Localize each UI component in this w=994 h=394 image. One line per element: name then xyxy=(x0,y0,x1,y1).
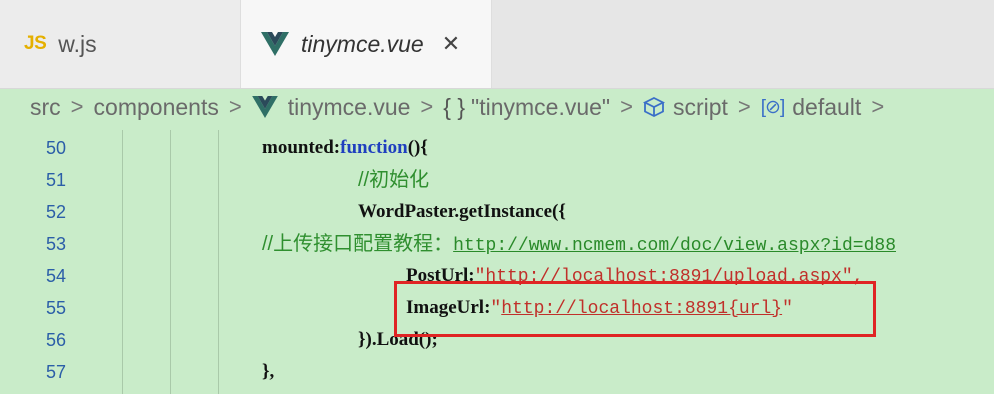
module-icon: { } xyxy=(443,93,466,120)
code-text: //上传接口配置教程：http://www.ncmem.com/doc/view… xyxy=(262,228,896,262)
chevron-right-icon: > xyxy=(420,94,434,119)
highlight-annotation-box xyxy=(394,281,876,337)
breadcrumb-item-file[interactable]: tinymce.vue xyxy=(288,94,411,121)
breadcrumb-item-script[interactable]: script xyxy=(673,94,728,121)
line-number: 52 xyxy=(45,202,66,222)
chevron-right-icon: > xyxy=(737,94,751,119)
code-line: 57 }, xyxy=(0,356,994,388)
javascript-file-icon: JS xyxy=(24,33,47,54)
code-line: 51 //初始化 xyxy=(0,164,994,196)
tab-tinymce-vue[interactable]: tinymce.vue ✕ xyxy=(240,0,492,88)
breadcrumb-item-components[interactable]: components xyxy=(94,94,219,121)
line-number: 53 xyxy=(45,234,66,254)
breadcrumb-item-module[interactable]: "tinymce.vue" xyxy=(471,94,610,121)
breadcrumb-item-src[interactable]: src xyxy=(30,94,61,121)
vue-file-icon xyxy=(251,96,278,118)
breadcrumb-item-default[interactable]: default xyxy=(792,94,861,121)
editor-tab-bar: JS w.js tinymce.vue ✕ xyxy=(0,0,994,89)
code-text: }, xyxy=(262,361,275,382)
chevron-right-icon: > xyxy=(228,94,242,119)
code-comment: //上传接口配置教程： xyxy=(262,233,454,255)
cube-icon xyxy=(642,96,665,118)
code-line: 53 //上传接口配置教程：http://www.ncmem.com/doc/v… xyxy=(0,228,994,260)
chevron-right-icon: > xyxy=(871,94,885,119)
chevron-right-icon: > xyxy=(70,94,84,119)
tab-label: w.js xyxy=(58,30,97,57)
code-line: 52 WordPaster.getInstance({ xyxy=(0,196,994,228)
code-line: 50 mounted:function(){ xyxy=(0,132,994,164)
code-comment: //初始化 xyxy=(358,169,430,191)
line-number: 55 xyxy=(45,298,66,318)
chevron-right-icon: > xyxy=(620,94,633,119)
line-number: 54 xyxy=(45,266,66,286)
line-number: 56 xyxy=(45,330,66,350)
tutorial-link[interactable]: http://www.ncmem.com/doc/view.aspx?id=d8… xyxy=(453,236,896,256)
code-text: mounted:function(){ xyxy=(262,137,428,158)
line-number: 50 xyxy=(45,138,66,158)
namespace-icon: [⊘] xyxy=(760,96,786,118)
tab-w-js[interactable]: JS w.js xyxy=(0,0,240,88)
code-text: WordPaster.getInstance({ xyxy=(358,201,566,222)
breadcrumb: src > components > tinymce.vue > { } "ti… xyxy=(0,88,994,126)
vue-file-icon xyxy=(261,32,289,56)
code-editor[interactable]: 50 mounted:function(){ 51 //初始化 52 WordP… xyxy=(0,130,994,394)
tab-label: tinymce.vue xyxy=(301,30,424,57)
line-number: 57 xyxy=(45,362,66,382)
line-number: 51 xyxy=(45,170,66,190)
close-icon[interactable]: ✕ xyxy=(442,33,460,55)
